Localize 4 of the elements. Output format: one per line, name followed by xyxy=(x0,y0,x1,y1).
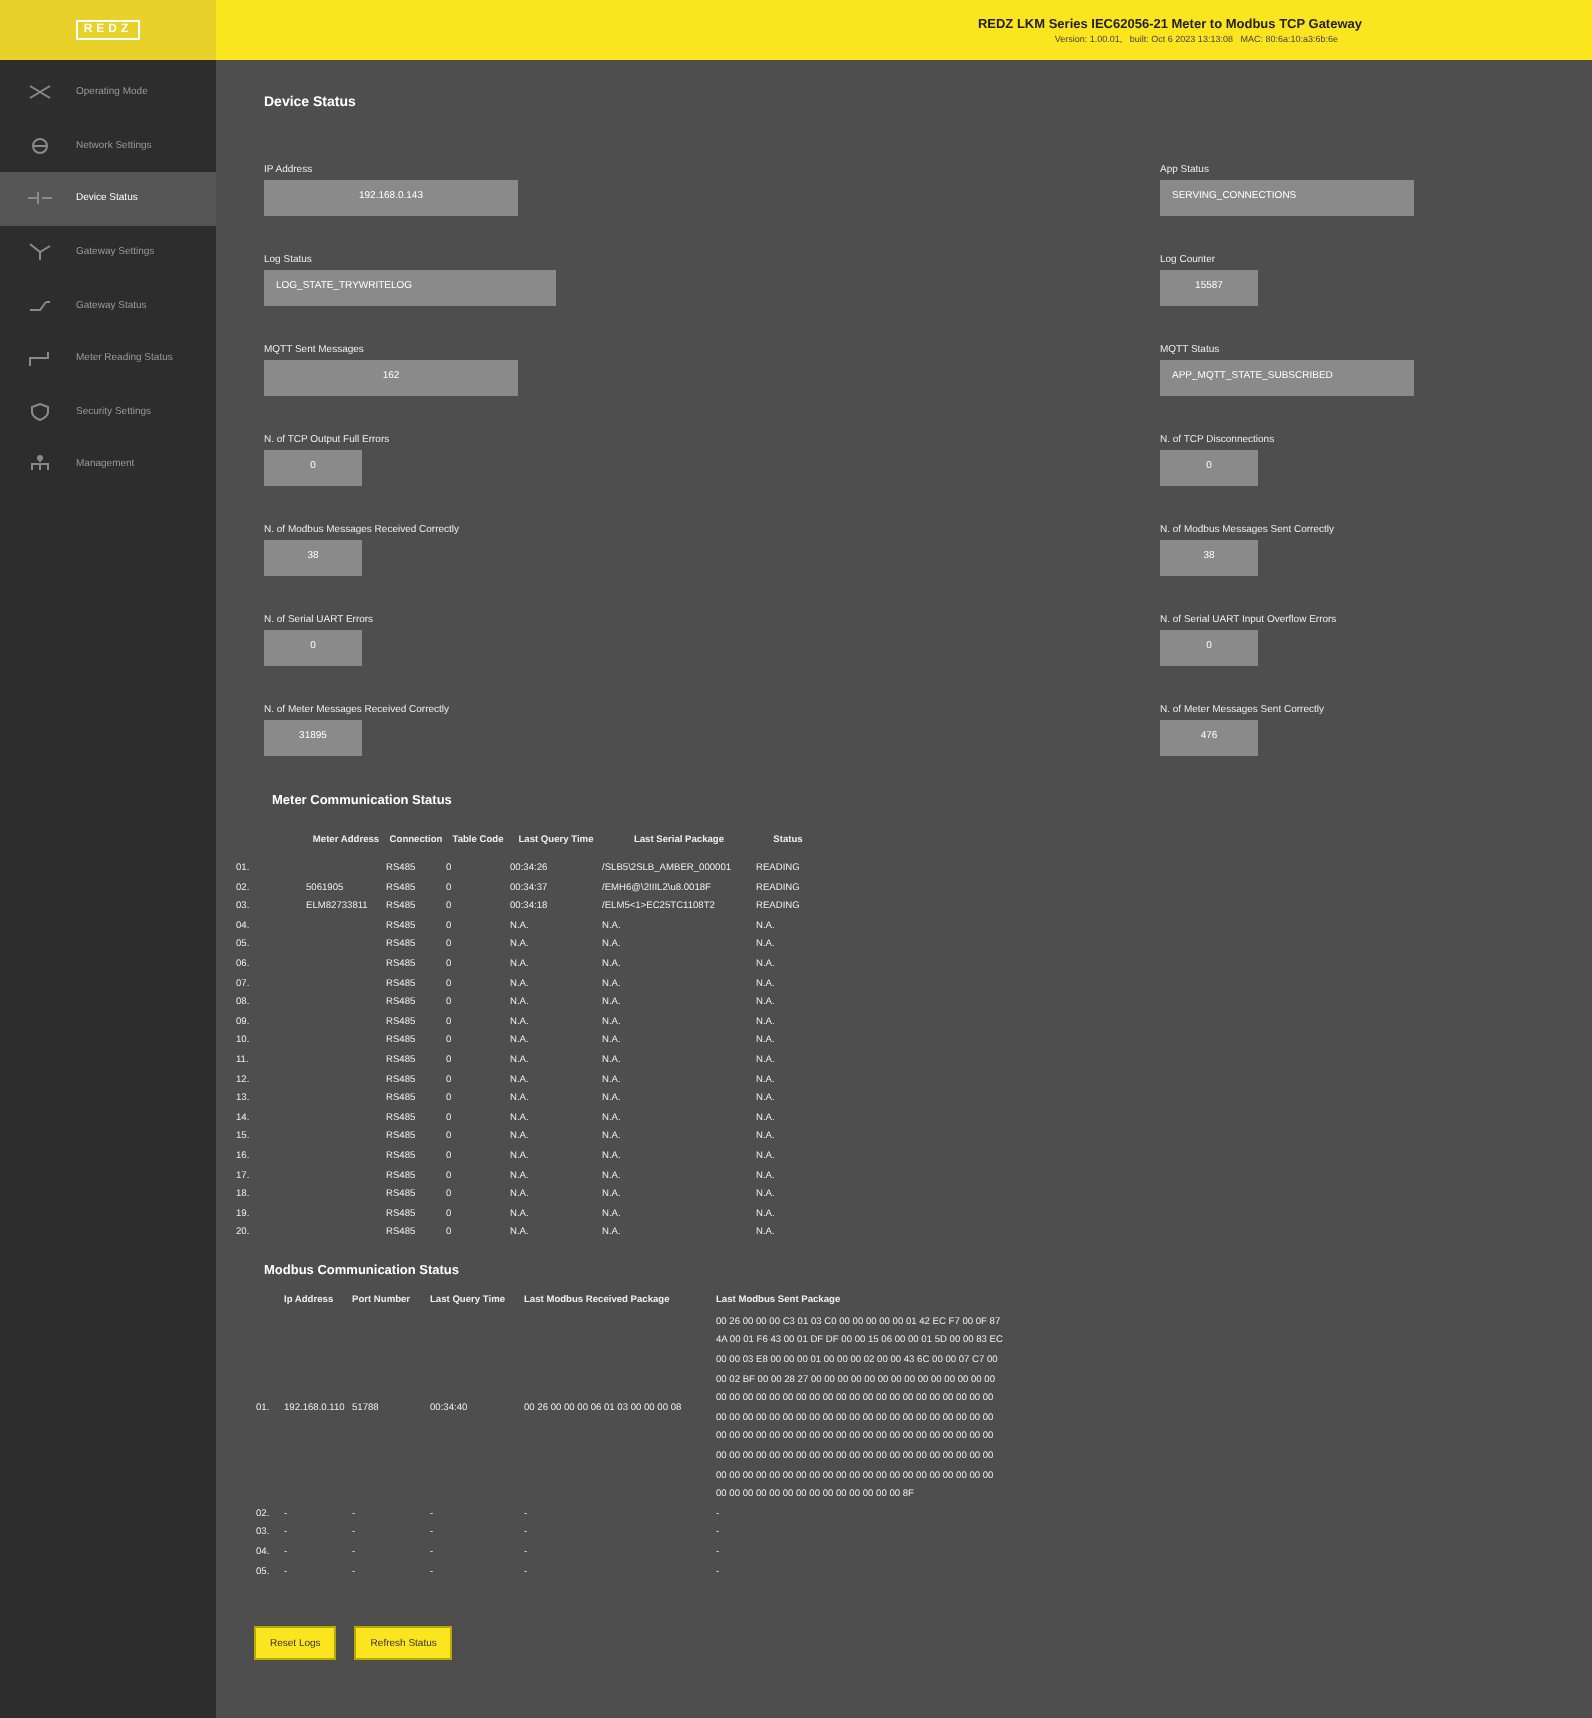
shield-icon xyxy=(28,401,52,422)
branch-icon xyxy=(28,242,52,263)
connector-icon xyxy=(28,188,52,209)
hierarchy-icon xyxy=(28,454,52,475)
